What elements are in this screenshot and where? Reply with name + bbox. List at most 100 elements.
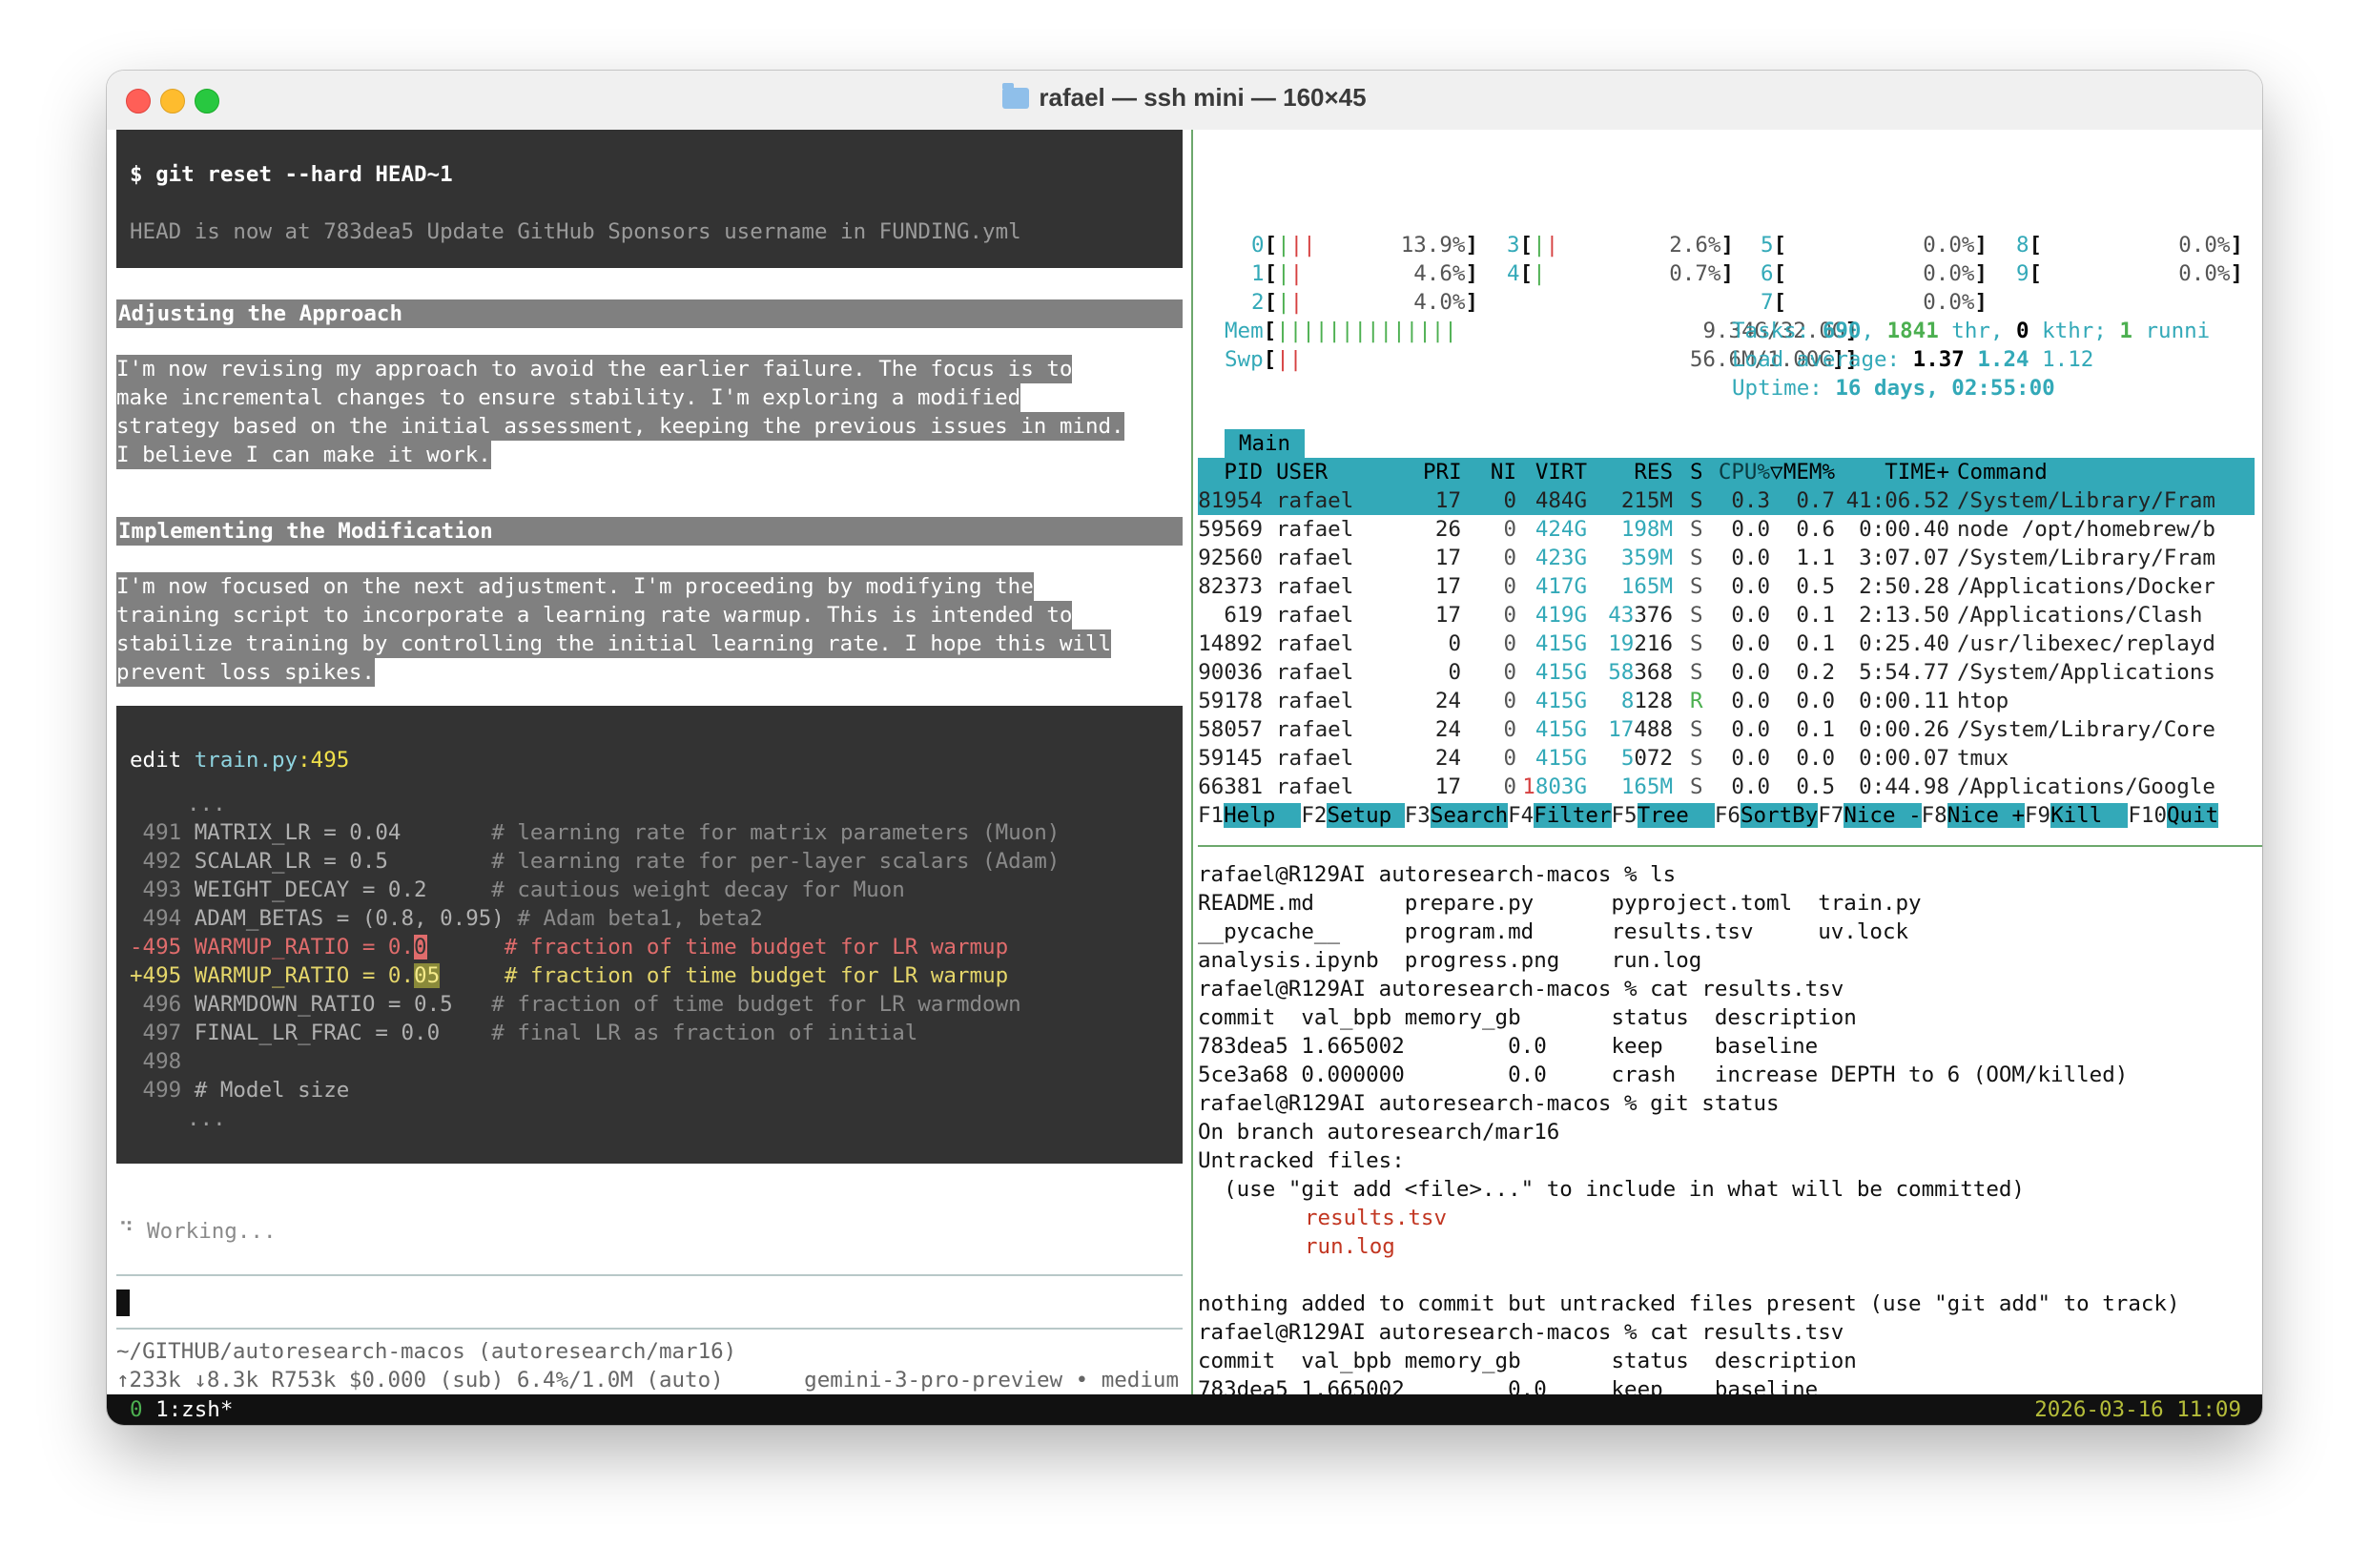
fkey-label: Help (1224, 803, 1302, 828)
process-row[interactable]: 58057 rafael 24 0 415G 17488 S 0.0 0.1 0:00.26/Sy… (1198, 715, 2255, 744)
shell-line: commit val_bpb memory_gb status descript… (1198, 1005, 1857, 1030)
cpu-percent-value: 13.9% (1400, 233, 1466, 258)
process-cmd: /System/Library/Fram (1957, 488, 2215, 513)
fkey-number: F6 (1714, 803, 1741, 828)
process-row[interactable]: 81954 rafael 17 0 484G 215M S 0.3 0.7 41:06.52/Sy… (1198, 486, 2255, 515)
process-mem: 0.7 (1796, 488, 1835, 513)
process-cpu: 0.0 (1731, 546, 1770, 570)
column-header-ni[interactable]: NI (1488, 458, 1516, 486)
process-virt: 415G (1535, 717, 1587, 742)
process-s: S (1690, 574, 1703, 599)
fkey-number: F10 (2128, 803, 2168, 828)
diff-code: FINAL_LR_FRAC = 0.0 (181, 1021, 492, 1045)
fkey-f4[interactable]: F4Filter (1508, 803, 1612, 828)
footer-stats: ↑233k ↓8.3k R753k $0.000 (sub) 6.4%/1.0M… (116, 1368, 724, 1393)
fkey-f7[interactable]: F7Nice - (1818, 803, 1922, 828)
pane-divider[interactable] (1191, 130, 1193, 1394)
fkey-f6[interactable]: F6SortBy (1714, 803, 1819, 828)
input-cursor[interactable] (116, 1289, 130, 1316)
cpu-percent-value: 4.0% (1413, 290, 1466, 315)
column-header-command[interactable]: Command (1957, 458, 2262, 486)
fkey-number: F7 (1818, 803, 1844, 828)
process-cpu: 0.0 (1731, 603, 1770, 628)
shell-line: 783dea5 1.665002 0.0 keep baseline (1198, 1034, 1819, 1059)
column-header-cpu-pct[interactable]: CPU% (1713, 458, 1770, 486)
process-s: S (1690, 603, 1703, 628)
process-row[interactable]: 92560 rafael 17 0 423G 359M S 0.0 1.1 3:07.07/Sys… (1198, 544, 2255, 572)
fkey-f5[interactable]: F5Tree (1612, 803, 1715, 828)
process-row[interactable]: 619 rafael 17 0 419G 43376 S 0.0 0.1 2:13.50/Appl… (1198, 601, 2255, 629)
diff-comment: # cautious weight decay for Muon (491, 877, 905, 902)
process-mem: 0.1 (1796, 603, 1835, 628)
heading-adjusting: Adjusting the Approach (118, 301, 403, 326)
cpu-bracket-close: ] (1974, 233, 1988, 258)
shell-line: rafael@R129AI autoresearch-macos % cat r… (1198, 1320, 1844, 1345)
process-pid: 82373 (1198, 574, 1263, 599)
process-row[interactable]: 59178 rafael 24 0 415G 8128 R 0.0 0.0 0:00.11 htop (1198, 687, 2255, 715)
input-separator-bottom (116, 1328, 1183, 1330)
process-mem: 1.1 (1796, 546, 1835, 570)
process-pid: 59178 (1198, 689, 1263, 713)
process-res: 19216 (1608, 631, 1673, 656)
shell-line: commit val_bpb memory_gb status descript… (1198, 1349, 1857, 1373)
column-header-res[interactable]: RES (1596, 458, 1673, 486)
fkey-label: Quit (2167, 803, 2219, 828)
fkey-number: F5 (1611, 803, 1638, 828)
fkey-f1[interactable]: F1Help (1198, 803, 1302, 828)
process-row[interactable]: 66381 rafael 17 0 1803G 165M S 0.0 0.5 0:44.98/Ap… (1198, 773, 2255, 801)
column-header-pri[interactable]: PRI (1423, 458, 1462, 486)
shell-line: nothing added to commit but untracked fi… (1198, 1291, 2180, 1316)
footer-path: ~/GITHUB/autoresearch-macos (autoresearc… (116, 1339, 737, 1364)
fkey-f2[interactable]: F2Setup (1301, 803, 1405, 828)
column-header-user[interactable]: USER (1276, 458, 1390, 486)
diff-line-number: -495 (130, 935, 182, 959)
process-row[interactable]: 90036 rafael 0 0 415G 58368 S 0.0 0.2 5:54.77/Sys… (1198, 658, 2255, 687)
cpu-percent: 2.6%] (1507, 231, 1734, 259)
fkey-number: F2 (1301, 803, 1328, 828)
uptime: Uptime: 16 days, 02:55:00 (1732, 376, 2055, 401)
diff-line-number: 496 (130, 992, 182, 1017)
fkey-row: F1Help F2Setup F3SearchF4FilterF5Tree F6… (1198, 801, 2219, 830)
fkey-f3[interactable]: F3Search (1405, 803, 1509, 828)
process-row[interactable]: 59145 rafael 24 0 415G 5072 S 0.0 0.0 0:00.07 tmux (1198, 744, 2255, 773)
process-pri: 24 (1434, 689, 1461, 713)
process-row[interactable]: 59569 rafael 26 0 424G 198M S 0.0 0.6 0:00.40 node… (1198, 515, 2255, 544)
column-header-s[interactable]: S (1690, 458, 1709, 486)
terminal-window: rafael — ssh mini — 160×45 $ git reset -… (107, 71, 2262, 1425)
process-time: 5:54.77 (1859, 660, 1949, 685)
process-cpu: 0.0 (1731, 631, 1770, 656)
process-row[interactable]: 82373 rafael 17 0 417G 165M S 0.0 0.5 2:50.28/App… (1198, 572, 2255, 601)
column-header-pid[interactable]: PID (1198, 458, 1263, 486)
shell-line: __pycache__ program.md results.tsv uv.lo… (1198, 919, 1909, 944)
process-pid: 90036 (1198, 660, 1263, 685)
cpu-percent-value: 0.0% (1923, 233, 1975, 258)
process-cpu: 0.0 (1731, 574, 1770, 599)
process-user: rafael (1276, 603, 1354, 628)
process-row[interactable]: 14892 rafael 0 0 415G 19216 S 0.0 0.1 0:25.40/usr… (1198, 629, 2255, 658)
edit-header: edit train.py:495 (130, 746, 349, 774)
fkey-f9[interactable]: F9Kill (2025, 803, 2129, 828)
left-pane-gemini[interactable]: $ git reset --hard HEAD~1 HEAD is now at… (107, 130, 1183, 1425)
process-pri: 26 (1434, 517, 1461, 542)
right-pane-divider[interactable] (1198, 845, 2262, 847)
fkey-label: Setup (1327, 803, 1405, 828)
process-pri: 17 (1434, 488, 1461, 513)
column-header-mem-pct[interactable]: MEM% (1778, 458, 1835, 486)
cpu-bracket-close: ] (2230, 261, 2243, 286)
column-header-time-plus[interactable]: TIME+ (1843, 458, 1949, 486)
terminal-content[interactable]: $ git reset --hard HEAD~1 HEAD is now at… (107, 130, 2262, 1425)
process-s: R (1690, 689, 1703, 713)
process-res: 5072 (1620, 746, 1673, 771)
diff-comment: # fraction of time budget for LR warmdow… (491, 992, 1021, 1017)
fkey-f10[interactable]: F10Quit (2128, 803, 2219, 828)
fkey-f8[interactable]: F8Nice + (1922, 803, 2025, 828)
column-header-virt[interactable]: VIRT (1520, 458, 1587, 486)
cpu-percent-value: 2.6% (1669, 233, 1721, 258)
fkey-number: F1 (1198, 803, 1225, 828)
mem-bar: |||||||||||||| (1276, 319, 1457, 343)
htop-tab-main[interactable]: Main (1225, 429, 1305, 458)
process-time: 3:07.07 (1859, 546, 1949, 570)
cpu-percent: 0.7%] (1507, 259, 1734, 288)
paragraph-line: I believe I can make it work. (116, 441, 491, 469)
right-pane[interactable]: 0[||| 13.9%] 1[|| 4.6%] 2[|| 4.0%] 3[|| 2.6%] 4[… (1198, 130, 2262, 1425)
